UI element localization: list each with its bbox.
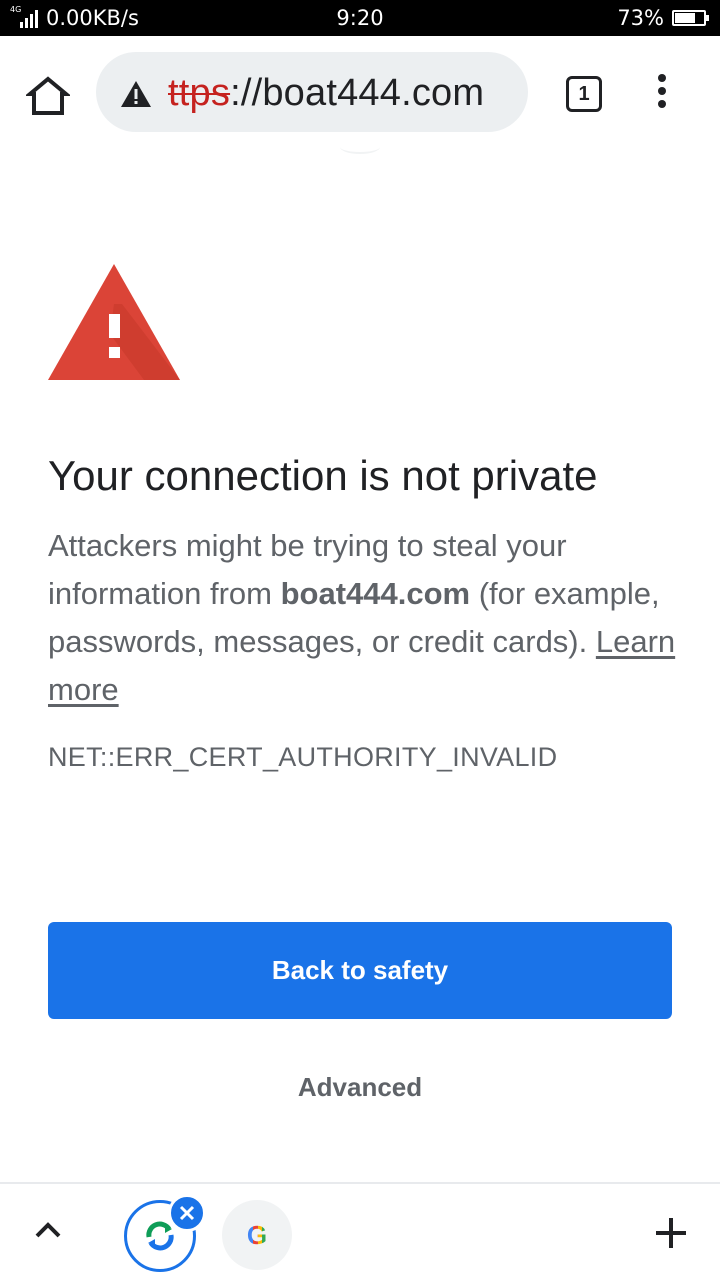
clock: 9:20 bbox=[336, 6, 384, 30]
url-scheme: ttps bbox=[168, 72, 231, 114]
home-button[interactable] bbox=[24, 74, 72, 118]
close-tab-button[interactable] bbox=[168, 1194, 206, 1232]
error-code: NET::ERR_CERT_AUTHORITY_INVALID bbox=[48, 742, 558, 772]
battery-percent: 73% bbox=[617, 6, 664, 30]
not-secure-warning-icon[interactable] bbox=[120, 80, 152, 108]
menu-button[interactable] bbox=[650, 74, 674, 114]
chevron-up-icon bbox=[35, 1222, 61, 1238]
status-right: 73% bbox=[617, 6, 709, 30]
tab-switcher-button[interactable]: 1 bbox=[566, 76, 602, 112]
warning-description: Attackers might be trying to steal your … bbox=[48, 522, 678, 714]
new-tab-button[interactable] bbox=[654, 1216, 688, 1250]
battery-fill bbox=[675, 13, 696, 23]
back-to-safety-button[interactable]: Back to safety bbox=[48, 922, 672, 1019]
home-icon bbox=[24, 76, 72, 115]
bottom-tab-strip: G bbox=[0, 1182, 720, 1282]
google-g-icon: G bbox=[246, 1219, 268, 1250]
page-load-indicator bbox=[340, 140, 380, 154]
close-icon bbox=[179, 1205, 195, 1221]
security-alert-icon bbox=[48, 264, 180, 380]
status-bar: 4G 0.00KB/s 9:20 73% bbox=[0, 0, 720, 36]
url-text[interactable]: ttps://boat444.com bbox=[168, 72, 484, 115]
browser-toolbar: ttps://boat444.com 1 bbox=[0, 36, 720, 148]
advanced-button[interactable]: Advanced bbox=[0, 1072, 720, 1103]
google-tab-thumbnail[interactable]: G bbox=[222, 1200, 292, 1270]
page-heading: Your connection is not private bbox=[48, 452, 598, 499]
site-domain: boat444.com bbox=[280, 576, 471, 611]
expand-tabs-button[interactable] bbox=[34, 1220, 62, 1240]
plus-icon bbox=[656, 1218, 686, 1248]
more-vert-icon bbox=[650, 74, 674, 108]
address-bar[interactable]: ttps://boat444.com bbox=[96, 52, 528, 132]
battery-icon bbox=[672, 10, 709, 26]
url-host: ://boat444.com bbox=[230, 72, 485, 114]
